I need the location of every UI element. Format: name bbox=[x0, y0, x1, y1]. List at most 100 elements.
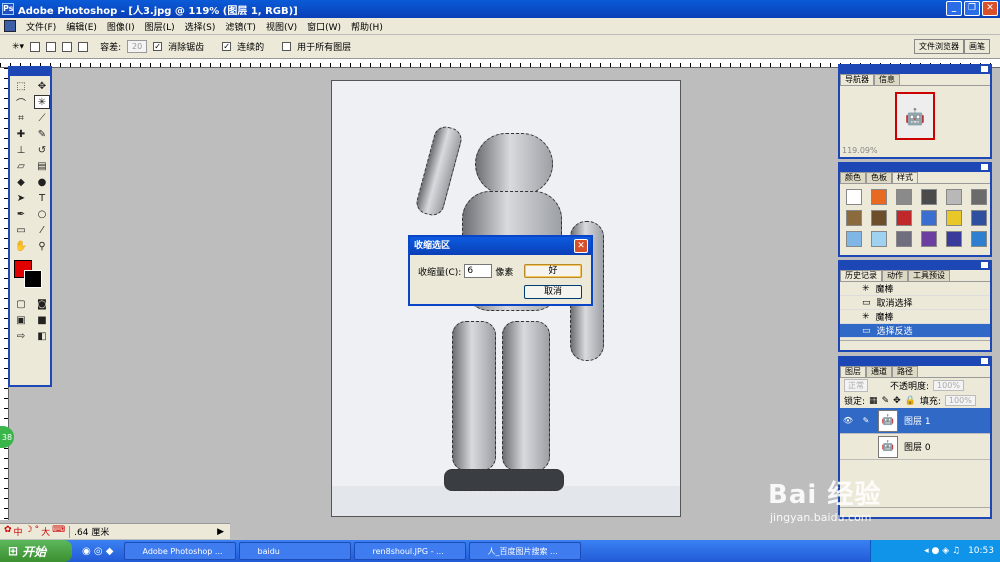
tray-icons[interactable]: ◂ ● ◈ ♫ bbox=[924, 546, 960, 556]
style-swatch[interactable] bbox=[896, 231, 912, 247]
quick-launch-icons[interactable]: ◉ ◎ ◆ bbox=[82, 546, 114, 557]
style-swatch[interactable] bbox=[846, 189, 862, 205]
background-color[interactable] bbox=[24, 270, 42, 288]
menu-image[interactable]: 图像(I) bbox=[107, 20, 135, 33]
tab-channels[interactable]: 通道 bbox=[866, 366, 892, 377]
blend-mode-select[interactable]: 正常 bbox=[844, 379, 868, 392]
style-swatch[interactable] bbox=[896, 210, 912, 226]
history-item[interactable]: ✳ 魔棒 bbox=[840, 310, 990, 324]
toolbox-header[interactable] bbox=[10, 68, 50, 76]
crop-tool-icon[interactable]: ⌗ bbox=[13, 111, 29, 125]
taskbar-item-baidu[interactable]: baidu bbox=[238, 542, 351, 560]
navigator-zoom[interactable]: 119.09% bbox=[842, 146, 878, 155]
style-swatch[interactable] bbox=[946, 210, 962, 226]
style-swatch[interactable] bbox=[846, 231, 862, 247]
style-swatch[interactable] bbox=[946, 231, 962, 247]
style-swatch[interactable] bbox=[971, 231, 987, 247]
menu-select[interactable]: 选择(S) bbox=[185, 20, 216, 33]
anti-alias-checkbox[interactable]: ✓ bbox=[153, 42, 163, 51]
style-swatch[interactable] bbox=[971, 189, 987, 205]
style-swatch[interactable] bbox=[921, 210, 937, 226]
ok-button[interactable]: 好 bbox=[524, 264, 582, 278]
taskbar-item-image[interactable]: ren8shoul.JPG - ... bbox=[353, 542, 466, 560]
history-item[interactable]: ▭ 取消选择 bbox=[840, 296, 990, 310]
tab-color[interactable]: 颜色 bbox=[840, 172, 866, 183]
brush-tool-icon[interactable]: ✎ bbox=[34, 127, 50, 141]
shape-tool-icon[interactable]: ○ bbox=[34, 207, 50, 221]
cancel-button[interactable]: 取消 bbox=[524, 285, 582, 299]
ime-toolbar[interactable]: ✿ 中 ☽ ° 大 ⌨ bbox=[0, 525, 65, 538]
dialog-close-icon[interactable]: ✕ bbox=[574, 239, 588, 253]
full-screen-icon[interactable]: ■ bbox=[34, 313, 50, 327]
menu-layer[interactable]: 图层(L) bbox=[145, 20, 175, 33]
slice-tool-icon[interactable]: ⟋ bbox=[34, 111, 50, 125]
ime-chinese[interactable]: 中 bbox=[14, 525, 23, 538]
ime-punct[interactable]: ° bbox=[35, 525, 40, 538]
ime-fullwidth[interactable]: 大 bbox=[41, 525, 50, 538]
tab-tool-presets[interactable]: 工具预设 bbox=[908, 270, 950, 281]
standard-mode-icon[interactable]: ▢ bbox=[13, 297, 29, 311]
moon-icon[interactable]: ☽ bbox=[25, 525, 33, 538]
panel-header[interactable] bbox=[840, 262, 990, 270]
lasso-tool-icon[interactable]: ⌒ bbox=[13, 95, 29, 110]
restore-button[interactable]: ❐ bbox=[964, 1, 980, 16]
imageready-icon[interactable]: ◧ bbox=[34, 329, 50, 343]
close-button[interactable]: ✕ bbox=[982, 1, 998, 16]
add-selection-icon[interactable] bbox=[46, 41, 57, 52]
lock-pixels-icon[interactable]: ✎ bbox=[882, 396, 890, 406]
screen-mode-icon[interactable]: ▣ bbox=[13, 313, 29, 327]
all-layers-checkbox[interactable] bbox=[282, 42, 292, 51]
clock[interactable]: 10:53 bbox=[968, 546, 994, 556]
intersect-selection-icon[interactable] bbox=[78, 41, 89, 52]
path-select-icon[interactable]: ➤ bbox=[13, 191, 29, 205]
minimize-button[interactable]: _ bbox=[946, 1, 962, 16]
style-swatch[interactable] bbox=[946, 189, 962, 205]
tab-paths[interactable]: 路径 bbox=[892, 366, 918, 377]
keyboard-icon[interactable]: ⌨ bbox=[52, 525, 65, 538]
opacity-input[interactable]: 100% bbox=[933, 380, 964, 391]
lock-all-icon[interactable]: 🔒 bbox=[905, 396, 916, 406]
panel-header[interactable] bbox=[840, 66, 990, 74]
history-item-selected[interactable]: ▭ 选择反选 bbox=[840, 324, 990, 338]
color-swatches[interactable] bbox=[14, 260, 46, 290]
tab-actions[interactable]: 动作 bbox=[882, 270, 908, 281]
style-swatch[interactable] bbox=[871, 210, 887, 226]
dialog-title[interactable]: 收缩选区 bbox=[410, 237, 591, 255]
tab-swatches[interactable]: 色板 bbox=[866, 172, 892, 183]
jump-to-imageready-icon[interactable]: ⇨ bbox=[13, 329, 29, 343]
menu-view[interactable]: 视图(V) bbox=[266, 20, 297, 33]
magic-wand-icon[interactable]: ✳▾ bbox=[12, 42, 24, 52]
fill-input[interactable]: 100% bbox=[944, 395, 976, 406]
style-swatch[interactable] bbox=[896, 189, 912, 205]
zoom-tool-icon[interactable]: ⚲ bbox=[34, 239, 50, 253]
hand-tool-icon[interactable]: ✋ bbox=[13, 239, 29, 253]
tab-file-browser[interactable]: 文件浏览器 bbox=[914, 39, 964, 54]
status-arrow-icon[interactable]: ▶ bbox=[217, 527, 224, 537]
layer-row[interactable]: 👁 ✎ 🤖 图层 1 bbox=[840, 408, 990, 434]
history-brush-icon[interactable]: ↺ bbox=[34, 143, 50, 157]
style-swatch[interactable] bbox=[846, 210, 862, 226]
panel-header[interactable] bbox=[840, 164, 990, 172]
menu-edit[interactable]: 编辑(E) bbox=[66, 20, 97, 33]
taskbar-item-photoshop[interactable]: Adobe Photoshop ... bbox=[123, 542, 236, 560]
new-selection-icon[interactable] bbox=[30, 41, 41, 52]
lock-position-icon[interactable]: ✥ bbox=[893, 396, 901, 406]
notes-tool-icon[interactable]: ▭ bbox=[13, 223, 29, 237]
style-swatch[interactable] bbox=[871, 189, 887, 205]
menu-filter[interactable]: 滤镜(T) bbox=[225, 20, 256, 33]
tab-navigator[interactable]: 导航器 bbox=[840, 74, 874, 85]
tolerance-input[interactable]: 20 bbox=[127, 40, 148, 53]
visibility-eye-icon[interactable]: 👁 bbox=[842, 416, 854, 425]
menu-window[interactable]: 窗口(W) bbox=[307, 20, 341, 33]
tab-styles[interactable]: 样式 bbox=[892, 172, 918, 183]
contiguous-checkbox[interactable]: ✓ bbox=[222, 42, 232, 51]
tab-layers[interactable]: 图层 bbox=[840, 366, 866, 377]
magic-wand-tool-icon[interactable]: ✳ bbox=[34, 95, 50, 109]
panel-header[interactable] bbox=[840, 358, 990, 366]
menu-help[interactable]: 帮助(H) bbox=[351, 20, 383, 33]
side-badge[interactable]: 38 bbox=[0, 426, 14, 448]
eraser-tool-icon[interactable]: ▱ bbox=[13, 159, 29, 173]
tab-history[interactable]: 历史记录 bbox=[840, 270, 882, 281]
tab-info[interactable]: 信息 bbox=[874, 74, 900, 85]
style-swatch[interactable] bbox=[921, 231, 937, 247]
